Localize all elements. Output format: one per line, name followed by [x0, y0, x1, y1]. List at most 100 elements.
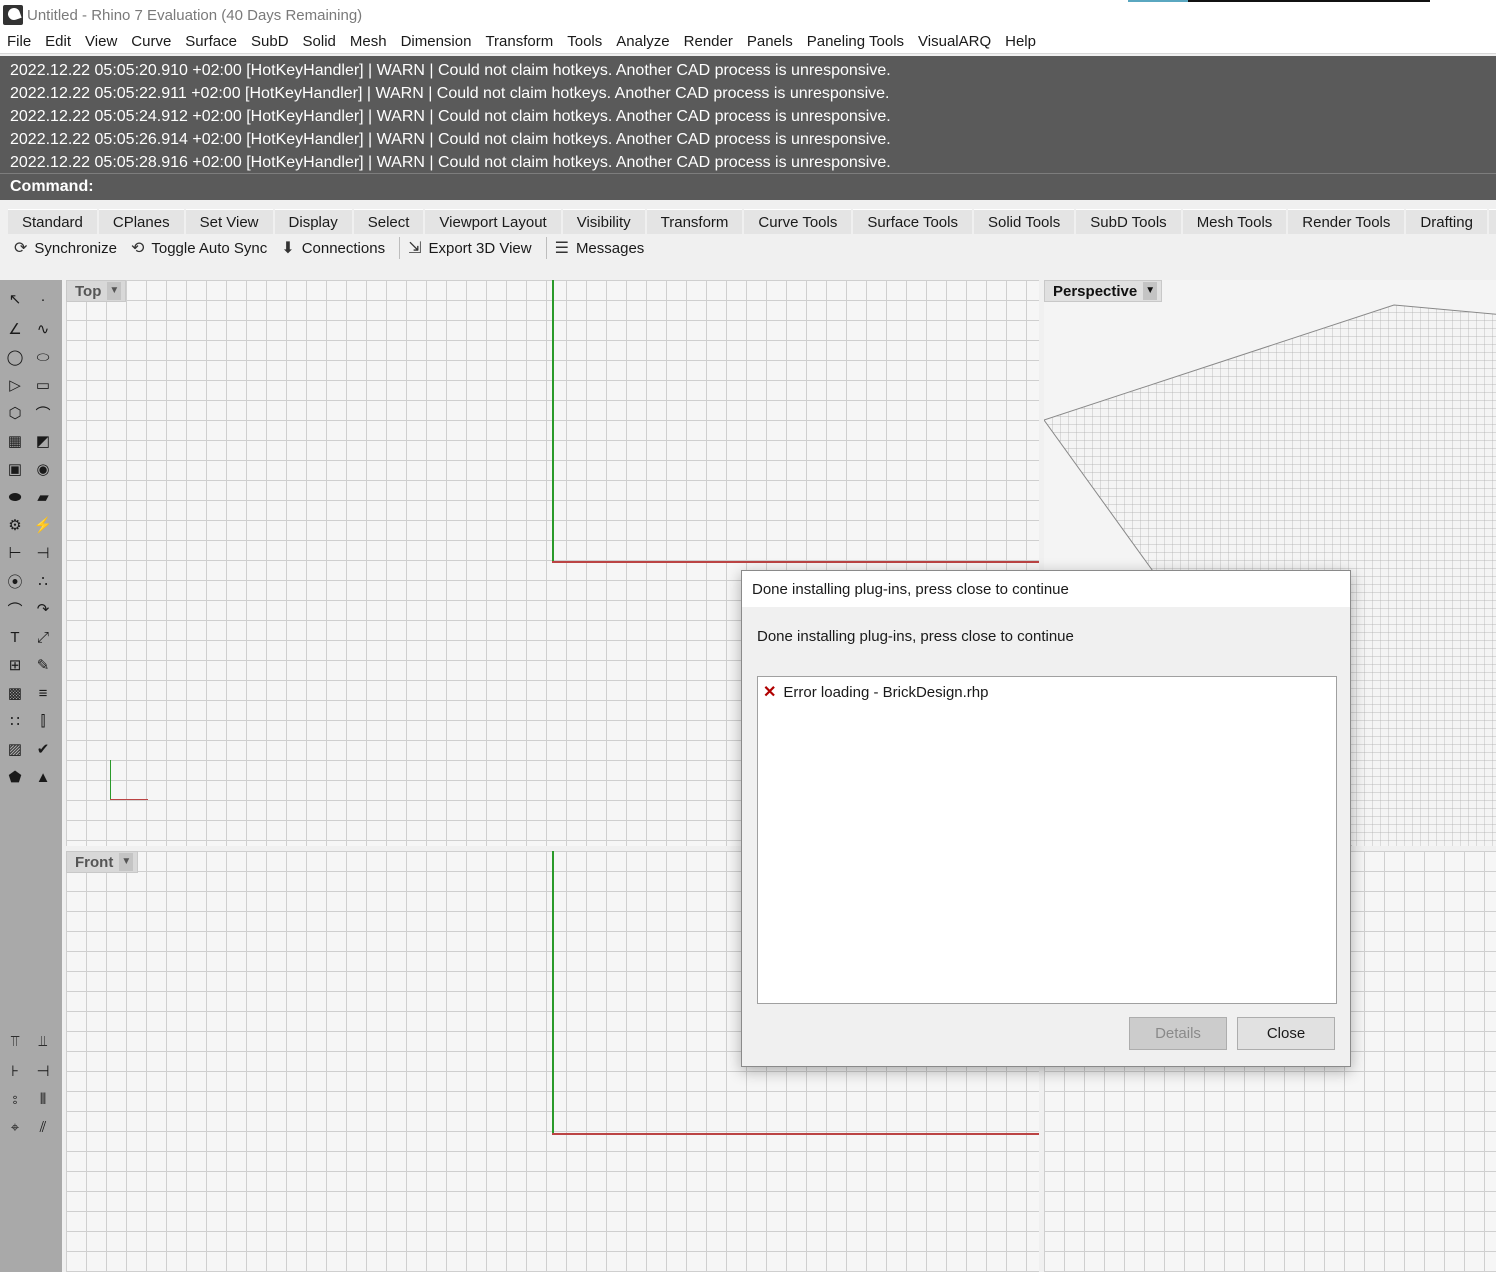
polyline-icon[interactable]: ∠: [4, 318, 26, 340]
toggle-auto-sync-button[interactable]: ⟲ Toggle Auto Sync: [131, 238, 267, 258]
tab-select[interactable]: Select: [353, 209, 424, 234]
menu-panels[interactable]: Panels: [747, 33, 793, 50]
sphere-icon[interactable]: ◉: [32, 458, 54, 480]
cylinder-icon[interactable]: ⬬: [4, 486, 26, 508]
align-icon[interactable]: ⫿: [32, 710, 54, 732]
bar-align-icon[interactable]: ⫽: [32, 1116, 54, 1138]
plugin-result-list[interactable]: ✕ Error loading - BrickDesign.rhp: [757, 676, 1337, 1004]
command-line[interactable]: Command:: [0, 173, 1496, 200]
trim-icon[interactable]: ⌒: [4, 598, 26, 620]
dimension-icon[interactable]: ⊢: [4, 542, 26, 564]
chevron-down-icon[interactable]: ▼: [1143, 282, 1158, 300]
spark-icon[interactable]: ⚡: [32, 514, 54, 536]
chevron-down-icon[interactable]: ▼: [119, 853, 134, 871]
chevron-down-icon[interactable]: ▼: [107, 282, 122, 300]
tab-transform[interactable]: Transform: [646, 209, 743, 234]
toolbar-separator: [399, 237, 401, 259]
menu-analyze[interactable]: Analyze: [616, 33, 669, 50]
menu-render[interactable]: Render: [684, 33, 733, 50]
menu-subd[interactable]: SubD: [251, 33, 289, 50]
menu-view[interactable]: View: [85, 33, 117, 50]
tab-subd-tools[interactable]: SubD Tools: [1076, 209, 1181, 234]
material-icon[interactable]: ⬟: [4, 766, 26, 788]
scale-icon[interactable]: ⤢: [32, 626, 54, 648]
edit-icon[interactable]: ✎: [32, 654, 54, 676]
render-icon[interactable]: ▲: [32, 766, 54, 788]
text-icon[interactable]: T: [4, 626, 26, 648]
export-3d-view-button[interactable]: ⇲ Export 3D View: [408, 238, 532, 258]
rhino-app-icon[interactable]: [3, 5, 23, 25]
menu-solid[interactable]: Solid: [303, 33, 336, 50]
menu-mesh[interactable]: Mesh: [350, 33, 387, 50]
tab-overflow[interactable]: N: [1488, 209, 1496, 234]
tab-standard[interactable]: Standard: [8, 209, 97, 234]
tab-cplanes[interactable]: CPlanes: [98, 209, 184, 234]
menu-visualarq[interactable]: VisualARQ: [918, 33, 991, 50]
points-grid-icon[interactable]: ∷: [4, 710, 26, 732]
align-right-icon[interactable]: ⊣: [32, 1060, 54, 1082]
curve-icon[interactable]: ∿: [32, 318, 54, 340]
viewport-top-label[interactable]: Top ▼: [66, 280, 127, 302]
tab-surface-tools[interactable]: Surface Tools: [853, 209, 972, 234]
surface-icon[interactable]: ▦: [4, 430, 26, 452]
synchronize-button[interactable]: ⟳ Synchronize: [14, 238, 117, 258]
menu-tools[interactable]: Tools: [567, 33, 602, 50]
tab-mesh-tools[interactable]: Mesh Tools: [1182, 209, 1287, 234]
array-icon[interactable]: ⊞: [4, 654, 26, 676]
tab-display[interactable]: Display: [274, 209, 352, 234]
distribute-v-icon[interactable]: ⫴: [32, 1088, 54, 1110]
menu-surface[interactable]: Surface: [185, 33, 237, 50]
arc-icon[interactable]: ▷: [4, 374, 26, 396]
viewport-perspective-label[interactable]: Perspective ▼: [1044, 280, 1163, 302]
list-item[interactable]: ✕ Error loading - BrickDesign.rhp: [758, 679, 1336, 705]
select-arrow-icon[interactable]: ↖: [4, 288, 26, 310]
point-icon[interactable]: ·: [32, 288, 54, 310]
connections-button[interactable]: ⬇ Connections: [281, 238, 385, 258]
menu-edit[interactable]: Edit: [45, 33, 71, 50]
tab-viewport-layout[interactable]: Viewport Layout: [425, 209, 561, 234]
ellipse-icon[interactable]: ⬭: [32, 346, 54, 368]
rectangle-icon[interactable]: ▭: [32, 374, 54, 396]
left-toolbar: ↖ · ∠ ∿ ◯ ⬭ ▷ ▭ ⬡ ⌒ ▦ ◩ ▣ ◉ ⬬ ▰ ⚙ ⚡ ⊢ ⊣ …: [0, 280, 62, 1272]
command-history[interactable]: 2022.12.22 05:05:20.910 +02:00 [HotKeyHa…: [0, 56, 1496, 173]
y-axis-line: [552, 280, 554, 562]
menu-curve[interactable]: Curve: [131, 33, 171, 50]
viewport-front-label[interactable]: Front ▼: [66, 851, 139, 873]
block-icon[interactable]: ▩: [4, 682, 26, 704]
circle-icon[interactable]: ◯: [4, 346, 26, 368]
tab-visibility[interactable]: Visibility: [562, 209, 645, 234]
align-top-icon[interactable]: ⫪: [4, 1030, 26, 1052]
mesh-plane-icon[interactable]: ▰: [32, 486, 54, 508]
boolean-union-icon[interactable]: ⦿: [4, 570, 26, 592]
tab-solid-tools[interactable]: Solid Tools: [973, 209, 1075, 234]
fillet-icon[interactable]: ⌒: [32, 402, 54, 424]
menu-help[interactable]: Help: [1005, 33, 1036, 50]
polygon-icon[interactable]: ⬡: [4, 402, 26, 424]
leader-icon[interactable]: ⊣: [32, 542, 54, 564]
boolean-split-icon[interactable]: ∴: [32, 570, 54, 592]
align-left-icon[interactable]: ⊦: [4, 1060, 26, 1082]
menu-transform[interactable]: Transform: [485, 33, 553, 50]
messages-button[interactable]: ☰ Messages: [555, 238, 645, 258]
menu-dimension[interactable]: Dimension: [401, 33, 472, 50]
sweep-icon[interactable]: ◩: [32, 430, 54, 452]
tab-render-tools[interactable]: Render Tools: [1288, 209, 1405, 234]
center-icon[interactable]: ⌖: [4, 1116, 26, 1138]
align-bottom-icon[interactable]: ⫫: [32, 1030, 54, 1052]
details-button[interactable]: Details: [1129, 1017, 1227, 1050]
tab-curve-tools[interactable]: Curve Tools: [744, 209, 852, 234]
distribute-h-icon[interactable]: ⦂: [4, 1088, 26, 1110]
tab-drafting[interactable]: Drafting: [1406, 209, 1487, 234]
split-icon[interactable]: ↷: [32, 598, 54, 620]
title-bar: Untitled - Rhino 7 Evaluation (40 Days R…: [0, 0, 1496, 30]
close-button[interactable]: Close: [1237, 1017, 1335, 1050]
gear-icon[interactable]: ⚙: [4, 514, 26, 536]
menu-paneling-tools[interactable]: Paneling Tools: [807, 33, 904, 50]
grid-icon[interactable]: ≡: [32, 682, 54, 704]
check-icon[interactable]: ✔: [32, 738, 54, 760]
dialog-title[interactable]: Done installing plug-ins, press close to…: [742, 571, 1350, 607]
box-icon[interactable]: ▣: [4, 458, 26, 480]
menu-file[interactable]: File: [7, 33, 31, 50]
layer-icon[interactable]: ▨: [4, 738, 26, 760]
tab-set-view[interactable]: Set View: [185, 209, 273, 234]
